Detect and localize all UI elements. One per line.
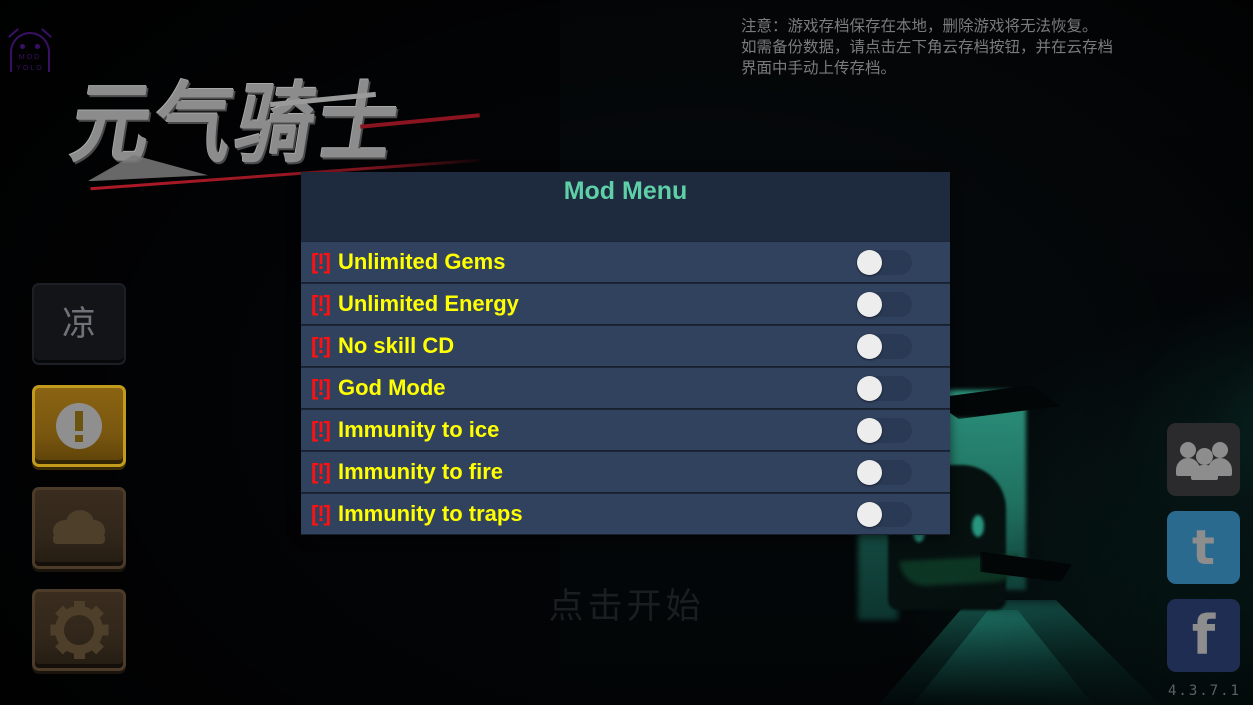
mod-menu-row-label: Unlimited Gems [337,249,506,274]
toggle-knob [857,249,882,275]
toggle-knob [857,291,882,317]
game-logo-text: 元气骑士 [64,74,409,176]
background-character-eye-right [972,515,984,537]
warning-marker-icon: [!] [311,291,331,316]
community-button[interactable] [1167,423,1240,496]
warning-marker-icon: [!] [311,375,331,400]
mod-menu-row[interactable]: [!] Immunity to ice [301,409,950,451]
people-group-icon [1175,440,1232,480]
twitter-icon: t [1192,519,1215,576]
mod-menu-row-label: Immunity to ice [337,417,500,442]
news-button[interactable]: 凉 [32,283,126,365]
mod-menu-row[interactable]: [!] Immunity to traps [301,493,950,535]
alert-icon [56,403,102,449]
toggle-knob [857,333,882,359]
start-prompt[interactable]: 点击开始 [0,578,1253,629]
game-logo: 元气骑士 [60,55,480,191]
mod-menu-row-label: Immunity to traps [337,501,523,526]
mod-menu-row-label: Unlimited Energy [337,291,519,316]
cloud-download-icon [53,508,105,548]
toggle-knob [857,375,882,401]
mod-menu-row[interactable]: [!] Unlimited Energy [301,283,950,325]
warning-marker-icon: [!] [311,459,331,484]
watermark-line-2: YOLO [16,65,44,72]
mod-menu-row[interactable]: [!] Unlimited Gems [301,241,950,283]
android-eye-right-icon [35,44,40,49]
toggle-knob [857,417,882,443]
game-screen: MOD YOLO 元气骑士 注意：游戏存档保存在本地，删除游戏将无法恢复。 如需… [0,0,1253,705]
mod-menu-header: Mod Menu [301,172,950,241]
cloud-save-button[interactable] [32,487,126,569]
alert-button[interactable] [32,385,126,467]
mod-menu-list: [!] Unlimited Gems [!] Unlimited Energy [!] N… [301,241,950,535]
mod-menu-row-toggle[interactable] [856,375,912,401]
warning-marker-icon: [!] [311,333,331,358]
social-sidebar: t f [1167,423,1240,672]
mod-menu-row-label: No skill CD [337,333,455,358]
mod-menu-row[interactable]: [!] Immunity to fire [301,451,950,493]
twitter-button[interactable]: t [1167,511,1240,584]
warning-marker-icon: [!] [311,417,331,442]
mod-menu-row-toggle[interactable] [856,249,912,275]
mod-menu-row-toggle[interactable] [856,333,912,359]
modyolo-watermark: MOD YOLO [4,18,56,74]
mod-menu-row-label: God Mode [337,375,446,400]
news-glyph-icon: 凉 [62,304,96,344]
mod-menu-row[interactable]: [!] God Mode [301,367,950,409]
mod-menu-row-toggle[interactable] [856,459,912,485]
toggle-knob [857,459,882,485]
mod-menu-row-toggle[interactable] [856,417,912,443]
warning-marker-icon: [!] [311,249,331,274]
watermark-line-1: MOD [18,54,42,61]
mod-menu-row-label: Immunity to fire [337,459,503,484]
warning-marker-icon: [!] [311,501,331,526]
mod-menu-row[interactable]: [!] No skill CD [301,325,950,367]
toggle-knob [857,501,882,527]
mod-menu-title: Mod Menu [563,177,688,205]
mod-menu-row-toggle[interactable] [856,501,912,527]
notice-line-2: 如需备份数据，请点击左下角云存档按钮，并在云存档 [741,37,1114,56]
mod-menu-row-toggle[interactable] [856,291,912,317]
notice-line-1: 注意：游戏存档保存在本地，删除游戏将无法恢复。 [741,17,1098,35]
save-data-notice: 注意：游戏存档保存在本地，删除游戏将无法恢复。 如需备份数据，请点击左下角云存档… [741,16,1241,79]
android-eye-left-icon [20,44,25,49]
mod-menu-panel: Mod Menu [!] Unlimited Gems [!] Unlimited E… [301,172,950,535]
version-label: 4.3.7.1 [1167,683,1241,699]
notice-line-3: 界面中手动上传存档。 [741,58,897,77]
